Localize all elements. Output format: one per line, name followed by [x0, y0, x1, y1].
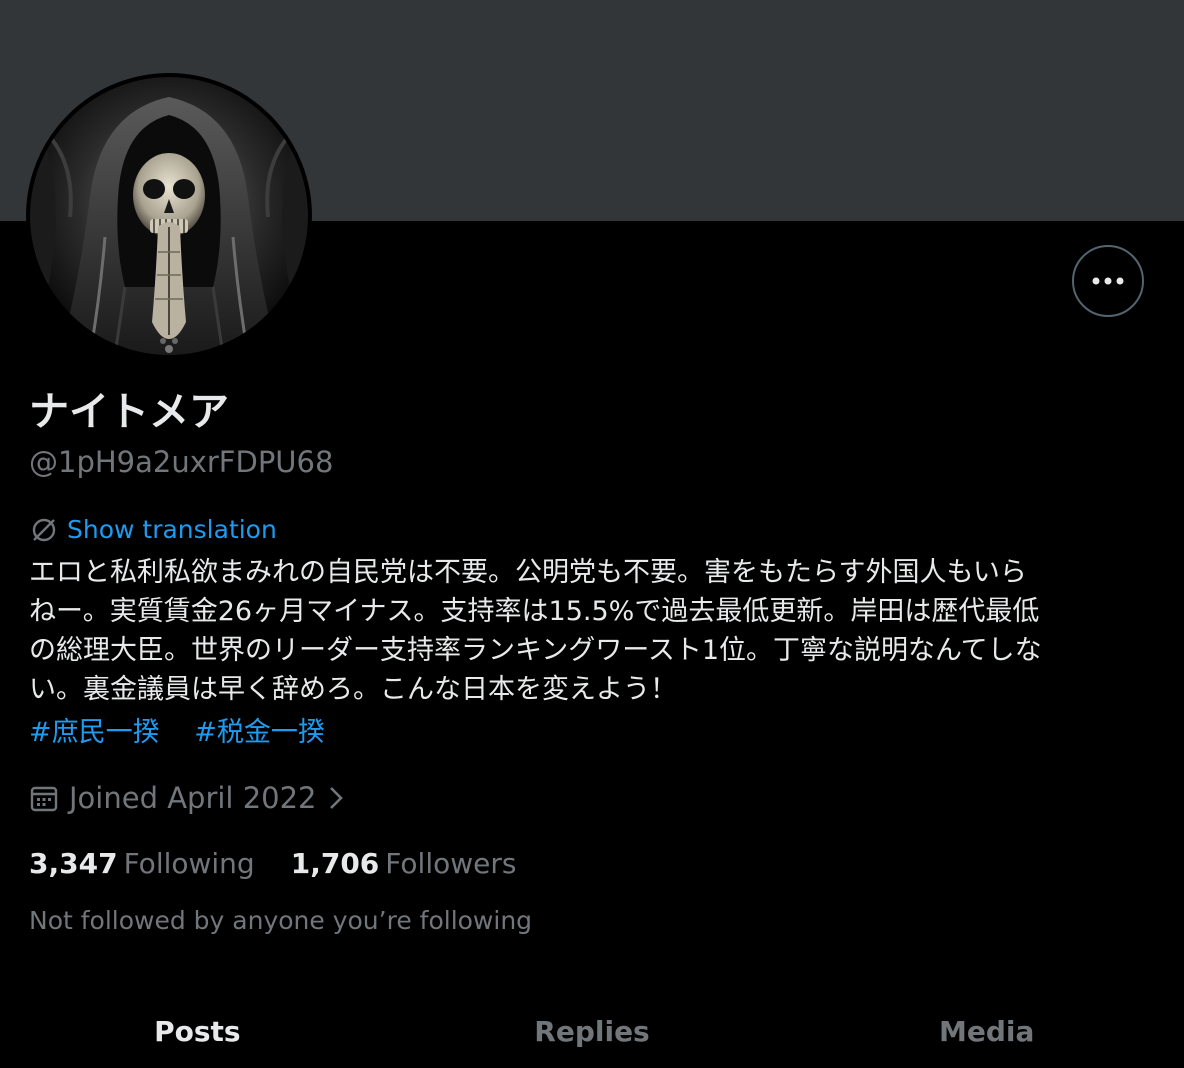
- following-label: Following: [123, 846, 255, 880]
- translate-icon: [32, 518, 56, 542]
- bio-hashtags: #庶民一揆 #税金一揆: [29, 713, 351, 753]
- bio-line: い。裏金議員は早く辞めろ。こんな日本を変えよう！: [29, 674, 677, 705]
- hashtag-link[interactable]: #庶民一揆: [29, 717, 160, 748]
- follow-counts: 3,347 Following 1,706 Followers: [29, 841, 552, 885]
- reaper-avatar-image: [30, 77, 308, 355]
- profile-handle: @1pH9a2uxrFDPU68: [29, 445, 334, 479]
- profile-tabs: Posts Replies Media: [0, 995, 1184, 1068]
- show-translation-button[interactable]: Show translation: [29, 510, 277, 550]
- tab-replies[interactable]: Replies: [395, 995, 790, 1068]
- followers-label: Followers: [385, 846, 517, 880]
- bio-line: ねー。実質賃金26ヶ月マイナス。支持率は15.5%で過去最低更新。岸田は歴代最低: [29, 596, 1040, 627]
- mutual-followers-note: Not followed by anyone you’re following: [29, 906, 533, 935]
- following-link[interactable]: 3,347 Following: [29, 847, 255, 880]
- more-dots-icon: [1092, 277, 1124, 285]
- show-translation-label: Show translation: [67, 515, 277, 544]
- profile-bio: エロと私利私欲まみれの自民党は不要。公明党も不要。害をもたらす外国人もいら ねー…: [29, 553, 1159, 709]
- profile-display-name: ナイトメア: [29, 389, 229, 435]
- more-options-button[interactable]: [1072, 245, 1144, 317]
- tab-posts[interactable]: Posts: [0, 995, 395, 1068]
- joined-date-label: Joined April 2022: [69, 781, 317, 815]
- calendar-icon: [30, 786, 58, 812]
- following-count: 3,347: [29, 846, 118, 880]
- hashtag-link[interactable]: #税金一揆: [194, 717, 325, 748]
- followers-link[interactable]: 1,706 Followers: [291, 847, 517, 880]
- chevron-right-icon: [329, 787, 343, 809]
- bio-line: エロと私利私欲まみれの自民党は不要。公明党も不要。害をもたらす外国人もいら: [29, 557, 1027, 588]
- profile-avatar[interactable]: [26, 73, 312, 359]
- bio-line: の総理大臣。世界のリーダー支持率ランキングワースト1位。丁寧な説明なんてしな: [29, 635, 1042, 666]
- joined-date-button[interactable]: Joined April 2022: [29, 776, 345, 820]
- followers-count: 1,706: [290, 846, 380, 880]
- tab-media[interactable]: Media: [789, 995, 1184, 1068]
